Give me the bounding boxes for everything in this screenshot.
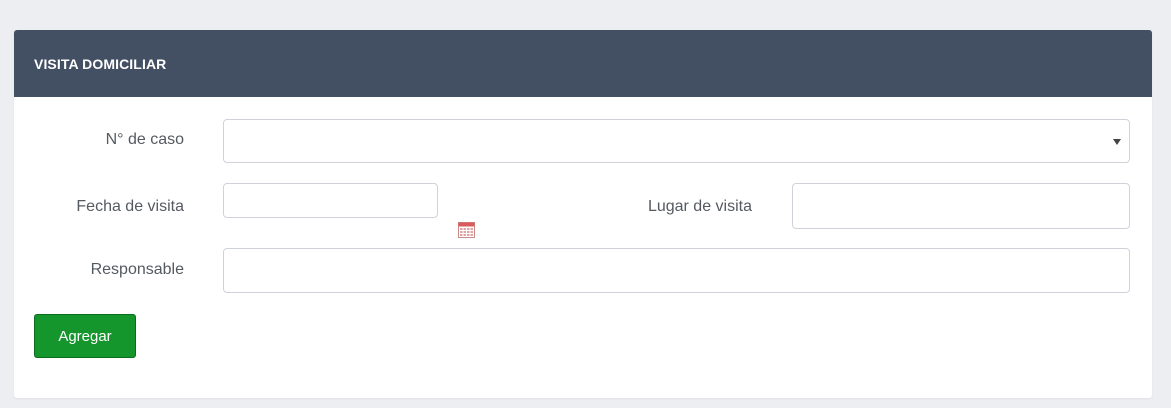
calendar-icon[interactable] [458,222,475,238]
panel-title: VISITA DOMICILIAR [34,55,167,72]
chevron-down-icon [1113,139,1121,145]
panel-header: VISITA DOMICILIAR [14,30,1152,97]
responsible-label: Responsable [90,261,184,278]
visit-place-label: Lugar de visita [647,198,752,215]
visit-date-input[interactable] [223,183,438,218]
visita-domiciliar-panel: VISITA DOMICILIAR N° de caso Fecha de vi… [14,30,1152,398]
visit-place-input[interactable] [792,183,1130,229]
visit-date-label: Fecha de visita [76,198,184,215]
add-button[interactable]: Agregar [34,314,136,358]
responsible-input[interactable] [223,248,1130,293]
case-number-label: N° de caso [105,131,184,148]
case-number-select[interactable] [223,119,1130,163]
